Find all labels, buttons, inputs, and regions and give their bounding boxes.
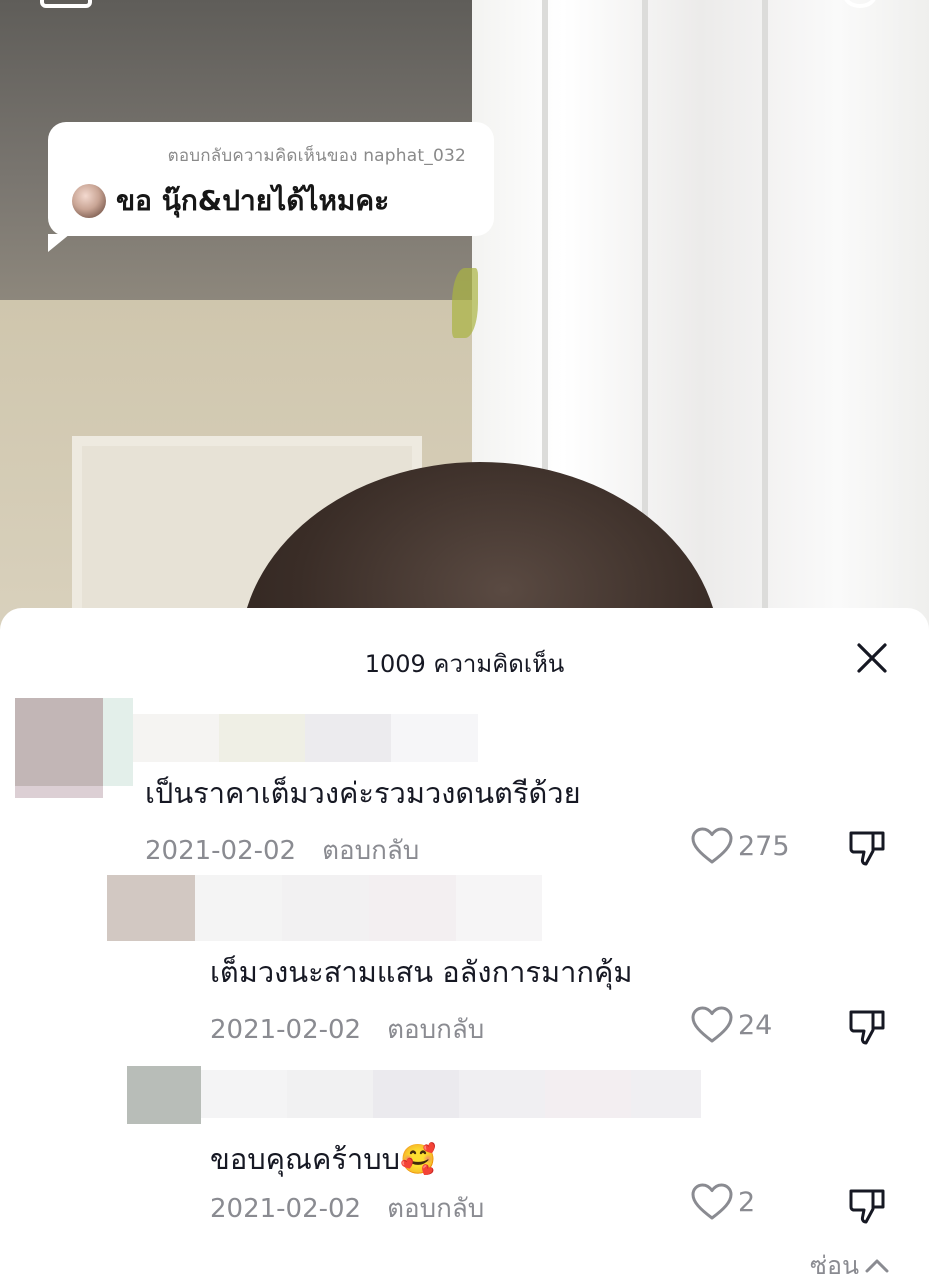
- like-button[interactable]: 24: [690, 1005, 772, 1045]
- close-button[interactable]: [852, 638, 892, 678]
- comment-date: 2021-02-02: [210, 1194, 362, 1224]
- like-count: 24: [738, 1009, 773, 1041]
- reply-button[interactable]: ตอบกลับ: [387, 1194, 484, 1224]
- comments-count-title: 1009 ความคิดเห็น: [364, 650, 565, 678]
- heart-outline-icon: [691, 1006, 733, 1043]
- like-count: 275: [738, 830, 790, 862]
- comment-item: เป็นราคาเต็มวงค่ะรวมวงดนตรีด้วย 2021-02-…: [0, 698, 929, 868]
- avatar[interactable]: [15, 698, 103, 786]
- thumbs-down-icon: [849, 831, 885, 866]
- dislike-button[interactable]: [848, 828, 888, 868]
- comments-panel: 1009 ความคิดเห็น เป็นราคาเต็มวงค่ะรวมวงด…: [0, 608, 929, 1280]
- avatar-blur-edge: [15, 786, 103, 798]
- comment-text: ขอบคุณคร้าบบ🥰: [210, 1142, 437, 1176]
- chevron-up-icon: [865, 1259, 889, 1273]
- comment-item: เต็มวงนะสามแสน อลังการมากคุ้ม 2021-02-02…: [0, 875, 929, 1045]
- video-player[interactable]: ตอบกลับความคิดเห็นของ naphat_032 ขอ นุ๊ก…: [0, 0, 929, 640]
- heart-outline-icon: [691, 827, 733, 864]
- dislike-button[interactable]: [848, 1186, 888, 1226]
- username-redacted[interactable]: [133, 714, 478, 762]
- heart-outline-icon: [691, 1183, 733, 1220]
- comment-item: ขอบคุณคร้าบบ🥰 2021-02-02 ตอบกลับ 2: [0, 1066, 929, 1236]
- dislike-button[interactable]: [848, 1007, 888, 1047]
- reply-button[interactable]: ตอบกลับ: [322, 836, 419, 866]
- comment-text: เต็มวงนะสามแสน อลังการมากคุ้ม: [210, 955, 633, 989]
- reply-sticker-label: ตอบกลับความคิดเห็นของ naphat_032: [167, 146, 466, 166]
- username-redacted[interactable]: [201, 1070, 701, 1118]
- video-background-plant: [452, 268, 478, 338]
- thumbs-down-icon: [849, 1010, 885, 1045]
- hide-replies-label: ซ่อน: [810, 1251, 860, 1280]
- comment-meta: 2021-02-02 ตอบกลับ: [210, 1009, 484, 1050]
- reply-button[interactable]: ตอบกลับ: [387, 1015, 484, 1045]
- like-button[interactable]: 275: [690, 826, 790, 866]
- comment-date: 2021-02-02: [145, 836, 297, 866]
- close-icon: [857, 643, 887, 673]
- avatar-blur-edge: [103, 698, 133, 786]
- hide-replies-button[interactable]: ซ่อน: [810, 1246, 891, 1280]
- reply-sticker-comment: ขอ นุ๊ก&ปายได้ไหมคะ: [116, 184, 390, 217]
- like-count: 2: [738, 1186, 756, 1218]
- avatar[interactable]: [127, 1066, 201, 1124]
- avatar[interactable]: [107, 875, 195, 941]
- menu-icon[interactable]: [40, 0, 92, 8]
- reply-to-comment-sticker: ตอบกลับความคิดเห็นของ naphat_032 ขอ นุ๊ก…: [48, 122, 494, 252]
- comment-date: 2021-02-02: [210, 1015, 362, 1045]
- username-redacted[interactable]: [195, 875, 542, 941]
- comment-meta: 2021-02-02 ตอบกลับ: [210, 1188, 484, 1229]
- comment-meta: 2021-02-02 ตอบกลับ: [145, 830, 419, 871]
- reply-sticker-avatar: [72, 184, 106, 218]
- thumbs-down-icon: [849, 1189, 885, 1224]
- comment-text: เป็นราคาเต็มวงค่ะรวมวงดนตรีด้วย: [145, 776, 581, 810]
- closet-divider: [762, 0, 768, 640]
- like-button[interactable]: 2: [690, 1182, 755, 1222]
